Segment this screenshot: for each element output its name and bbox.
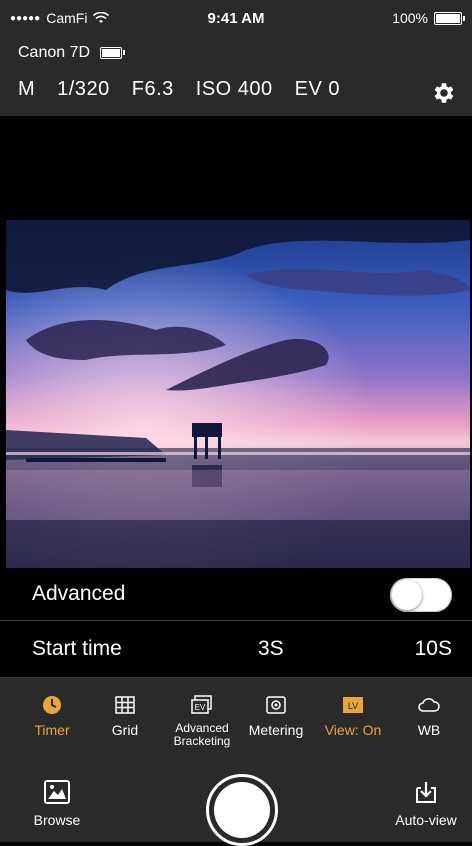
tool-view-label: View: On [324, 722, 382, 738]
aperture-value[interactable]: F6.3 [132, 78, 174, 101]
browse-button[interactable]: Browse [26, 780, 88, 828]
advanced-row: Advanced [0, 568, 472, 621]
shutter-value[interactable]: 1/320 [57, 78, 110, 101]
advanced-toggle[interactable] [390, 578, 452, 612]
camera-header: Canon 7D M 1/320 F6.3 ISO 400 EV 0 [0, 40, 472, 116]
auto-view-label: Auto-view [395, 812, 457, 828]
timer-icon [43, 696, 61, 714]
tool-timer[interactable]: Timer [22, 694, 82, 738]
tool-metering-label: Metering [248, 722, 304, 738]
ev-icon: EV [191, 695, 212, 714]
svg-text:LV: LV [348, 701, 358, 711]
ev-value[interactable]: EV 0 [295, 78, 340, 101]
grid-icon [115, 696, 135, 714]
toggle-knob [392, 580, 422, 610]
image-icon [44, 780, 70, 804]
start-time-row: Start time 3S 10S [0, 621, 472, 678]
shutter-button[interactable] [206, 774, 278, 846]
start-time-option-10s[interactable]: 10S [415, 637, 452, 661]
tool-wb-label: WB [417, 722, 441, 738]
gear-icon[interactable] [430, 80, 456, 106]
start-time-option-3s[interactable]: 3S [258, 637, 284, 661]
live-view-preview[interactable] [6, 220, 470, 568]
camera-name-row: Canon 7D [18, 44, 126, 62]
status-bar: ●●●●● CamFi 9:41 AM 100% [0, 0, 472, 40]
iso-value[interactable]: ISO 400 [196, 78, 273, 101]
tool-bracketing-label: Advanced Bracketing [173, 721, 231, 748]
svg-text:EV: EV [195, 703, 206, 712]
tool-grid[interactable]: Grid [100, 694, 150, 738]
browse-label: Browse [33, 812, 81, 828]
exposure-params: M 1/320 F6.3 ISO 400 EV 0 [18, 78, 340, 101]
download-icon [416, 782, 436, 803]
tool-metering[interactable]: Metering [242, 694, 310, 738]
advanced-label: Advanced [32, 582, 126, 605]
start-time-label: Start time [32, 637, 122, 660]
lv-icon: LV [343, 697, 363, 713]
battery-icon [434, 11, 465, 25]
auto-view-button[interactable]: Auto-view [384, 780, 468, 828]
sunset-image [6, 220, 470, 568]
preview-top-band [0, 116, 472, 220]
cloud-icon [418, 698, 440, 712]
camera-battery-icon [100, 47, 126, 59]
tool-advanced-bracketing[interactable]: EV Advanced Bracketing [160, 694, 244, 748]
mode-value[interactable]: M [18, 78, 35, 101]
tool-grid-label: Grid [111, 722, 139, 738]
metering-icon [266, 696, 286, 714]
status-right: 100% [392, 10, 465, 26]
tool-wb[interactable]: WB [404, 694, 454, 738]
shutter-inner [214, 782, 270, 838]
tool-timer-label: Timer [34, 722, 70, 738]
camera-name: Canon 7D [18, 44, 91, 61]
tool-view[interactable]: LV View: On [318, 694, 388, 738]
battery-percent: 100% [392, 10, 428, 26]
